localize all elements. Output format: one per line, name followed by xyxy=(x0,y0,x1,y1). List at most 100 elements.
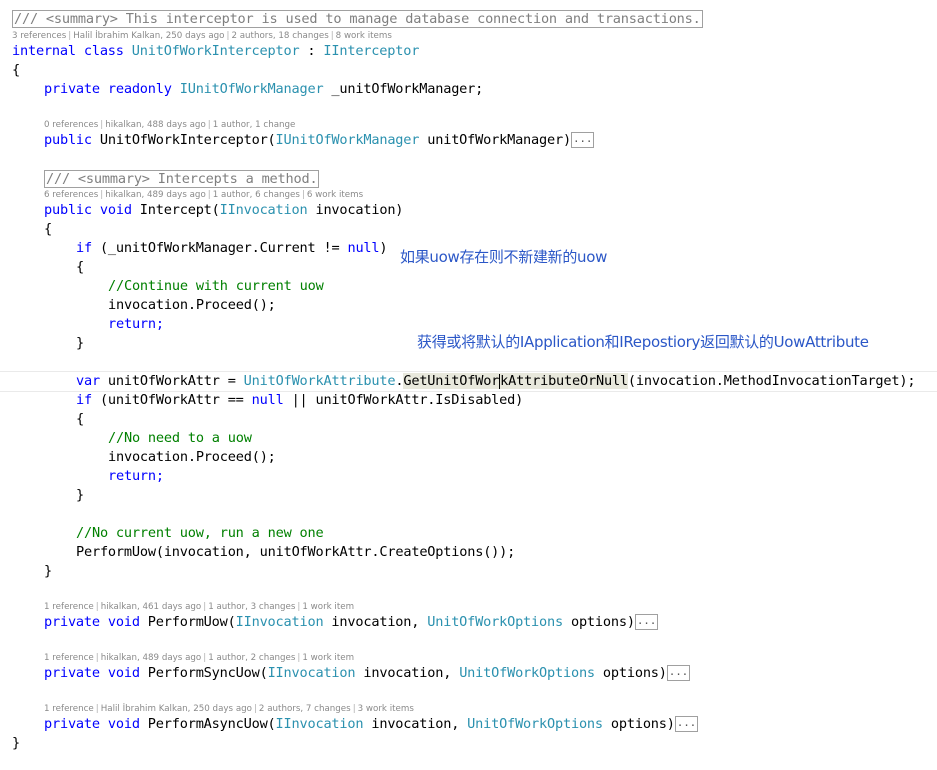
codelens-author[interactable]: Halil İbrahim Kalkan, 250 days ago xyxy=(101,704,252,714)
codelens-changes[interactable]: 1 author, 3 changes xyxy=(208,602,295,612)
param-type: IInvocation xyxy=(219,202,308,218)
method-call-highlight[interactable]: GetUnitOfWorkAttributeOrNull xyxy=(403,373,628,389)
codelens-author[interactable]: hikalkan, 489 days ago xyxy=(105,190,206,200)
param-name: invocation, xyxy=(363,716,468,732)
arguments: (invocation.MethodInvocationTarget); xyxy=(627,373,916,389)
collapsed-body-button[interactable]: ... xyxy=(570,132,595,148)
if2-brace-open: { xyxy=(76,411,84,427)
codelens-perform[interactable]: 1 reference | hikalkan, 461 days ago | 1 aut… xyxy=(44,601,354,613)
codelens-changes[interactable]: 1 author, 1 change xyxy=(213,120,296,130)
method-name: PerformSyncUow( xyxy=(139,665,268,681)
codelens-work-items[interactable]: 1 work item xyxy=(302,653,354,663)
codelens-author[interactable]: hikalkan, 461 days ago xyxy=(101,602,202,612)
param-name: options) xyxy=(562,614,635,630)
collapsed-body-button[interactable]: ... xyxy=(674,716,699,732)
ctor-declaration-line: public UnitOfWorkInterceptor(IUnitOfWork… xyxy=(44,131,937,150)
keyword: private void xyxy=(44,716,140,732)
type-name: UnitOfWorkAttribute xyxy=(243,373,396,389)
proceed-line-1: invocation.Proceed(); xyxy=(108,297,276,313)
codelens-references[interactable]: 6 references xyxy=(44,190,98,200)
collapsed-body-button[interactable]: ... xyxy=(666,665,691,681)
comment-noneed-line: //No need to a uow xyxy=(108,429,937,448)
keyword-return: return; xyxy=(108,316,164,332)
codelens-author[interactable]: hikalkan, 488 days ago xyxy=(105,120,206,130)
class-declaration-line: internal class UnitOfWorkInterceptor : I… xyxy=(12,42,937,61)
codelens-class[interactable]: 3 references | Halil İbrahim Kalkan, 250 d… xyxy=(12,30,392,42)
codelens-changes[interactable]: 2 authors, 7 changes xyxy=(259,704,351,714)
codelens-work-items[interactable]: 1 work item xyxy=(302,602,354,612)
keyword: if xyxy=(76,392,92,408)
keyword: public xyxy=(44,132,92,148)
codelens-changes[interactable]: 2 authors, 18 changes xyxy=(231,31,328,41)
codelens-intercept[interactable]: 6 references | hikalkan, 489 days ago | 1 au… xyxy=(44,189,363,201)
codelens-work-items[interactable]: 8 work items xyxy=(336,31,392,41)
ctor-name: UnitOfWorkInterceptor( xyxy=(91,132,276,148)
condition: || unitOfWorkAttr.IsDisabled) xyxy=(283,392,524,408)
comment: //No current uow, run a new one xyxy=(76,525,324,541)
comment-nocurrent-line: //No current uow, run a new one xyxy=(76,524,937,543)
base-type: IInterceptor xyxy=(323,43,420,59)
codelens-references[interactable]: 1 reference xyxy=(44,704,94,714)
condition: (_unitOfWorkManager.Current != xyxy=(91,240,348,256)
class-name: UnitOfWorkInterceptor xyxy=(131,43,300,59)
field-type: IUnitOfWorkManager xyxy=(179,81,324,97)
field-declaration-line: private readonly IUnitOfWorkManager _uni… xyxy=(44,80,937,99)
code-editor[interactable]: /// <summary> This interceptor is used t… xyxy=(0,0,937,770)
collapsed-body-button[interactable]: ... xyxy=(634,614,659,630)
var-attr-line: var unitOfWorkAttr = UnitOfWorkAttribute… xyxy=(76,373,916,389)
keyword: private readonly xyxy=(44,81,172,97)
method-summary-collapsed[interactable]: /// <summary> Intercepts a method. xyxy=(44,170,320,188)
codelens-sync[interactable]: 1 reference | hikalkan, 489 days ago | 1 aut… xyxy=(44,652,354,664)
codelens-references[interactable]: 0 references xyxy=(44,120,98,130)
field-name: _unitOfWorkManager; xyxy=(323,81,484,97)
param-type: IInvocation xyxy=(235,614,324,630)
method-name: PerformUow( xyxy=(139,614,236,630)
codelens-work-items[interactable]: 6 work items xyxy=(307,190,363,200)
param-type: IInvocation xyxy=(275,716,364,732)
codelens-author[interactable]: Halil İbrahim Kalkan, 250 days ago xyxy=(73,31,224,41)
sync-declaration-line: private void PerformSyncUow(IInvocation … xyxy=(44,664,937,683)
method-brace-close: } xyxy=(44,563,52,579)
codelens-references[interactable]: 1 reference xyxy=(44,602,94,612)
method-summary-line: /// <summary> Intercepts a method. xyxy=(44,170,937,189)
keyword: internal class xyxy=(12,43,124,59)
method-name: PerformAsyncUow( xyxy=(139,716,276,732)
param-name: invocation, xyxy=(355,665,460,681)
codelens-references[interactable]: 3 references xyxy=(12,31,66,41)
codelens-async[interactable]: 1 reference | Halil İbrahim Kalkan, 250 da… xyxy=(44,703,414,715)
param-type: IInvocation xyxy=(267,665,356,681)
proceed-line-2: invocation.Proceed(); xyxy=(108,449,276,465)
param-name: invocation) xyxy=(307,202,404,218)
codelens-references[interactable]: 1 reference xyxy=(44,653,94,663)
intercept-declaration-line: public void Intercept(IInvocation invoca… xyxy=(44,201,937,220)
method-name: Intercept( xyxy=(131,202,220,218)
param-type: UnitOfWorkOptions xyxy=(467,716,603,732)
keyword: public void xyxy=(44,202,132,218)
punctuation: : xyxy=(299,43,324,59)
class-summary-line: /// <summary> This interceptor is used t… xyxy=(12,10,937,29)
method-brace-open: { xyxy=(44,221,52,237)
keyword-null: null xyxy=(251,392,284,408)
param-type: IUnitOfWorkManager xyxy=(275,132,420,148)
condition: (unitOfWorkAttr == xyxy=(91,392,252,408)
punctuation: ) xyxy=(379,240,388,256)
codelens-ctor[interactable]: 0 references | hikalkan, 488 days ago | 1 au… xyxy=(44,119,295,131)
async-declaration-line: private void PerformAsyncUow(IInvocation… xyxy=(44,715,937,734)
comment: //Continue with current uow xyxy=(108,278,324,294)
keyword-null: null xyxy=(347,240,380,256)
codelens-author[interactable]: hikalkan, 489 days ago xyxy=(101,653,202,663)
codelens-changes[interactable]: 1 author, 6 changes xyxy=(213,190,300,200)
param-name: invocation, xyxy=(323,614,428,630)
perform-declaration-line: private void PerformUow(IInvocation invo… xyxy=(44,613,937,632)
comment-continue-line: //Continue with current uow xyxy=(108,277,937,296)
codelens-work-items[interactable]: 3 work items xyxy=(358,704,414,714)
keyword: private void xyxy=(44,665,140,681)
codelens-changes[interactable]: 1 author, 2 changes xyxy=(208,653,295,663)
class-summary-collapsed[interactable]: /// <summary> This interceptor is used t… xyxy=(12,10,703,28)
if2-brace-close: } xyxy=(76,487,84,503)
keyword: if xyxy=(76,240,92,256)
keyword: private void xyxy=(44,614,140,630)
annotation-note-2: 获得或将默认的IApplication和IRepostiory返回默认的UowA… xyxy=(417,333,869,351)
class-brace-open: { xyxy=(12,62,20,78)
perform-call-line: PerformUow(invocation, unitOfWorkAttr.Cr… xyxy=(76,544,516,560)
